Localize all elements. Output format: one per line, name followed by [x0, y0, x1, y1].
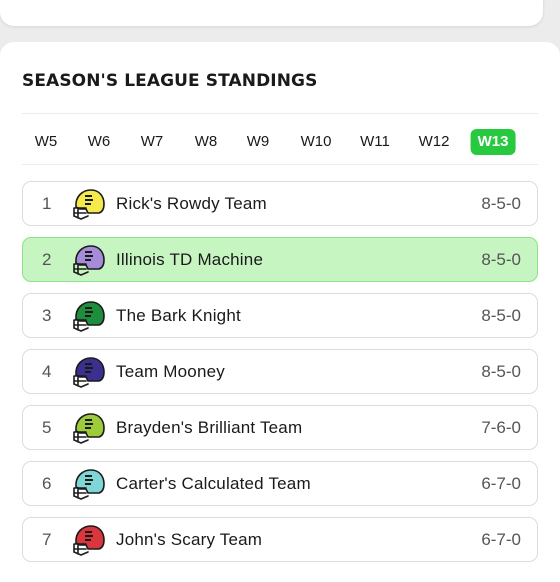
team-record: 8-5-0 — [481, 362, 521, 381]
divider — [22, 113, 538, 114]
divider — [22, 164, 538, 165]
team-name: The Bark Knight — [116, 306, 241, 325]
week-tab-w7[interactable]: W7 — [134, 129, 171, 155]
week-tabs: W5 W6 W7 W8 W9 W10 W11 W12 W13 — [22, 124, 538, 160]
rank-number: 4 — [42, 362, 52, 381]
helmet-icon — [72, 523, 106, 557]
week-tab-w10[interactable]: W10 — [294, 129, 339, 155]
rank-number: 2 — [42, 250, 52, 269]
week-tab-w5[interactable]: W5 — [28, 129, 65, 155]
section-title: SEASON'S LEAGUE STANDINGS — [22, 71, 318, 91]
week-tab-w12[interactable]: W12 — [412, 129, 457, 155]
team-name: Brayden's Brilliant Team — [116, 418, 303, 437]
team-name: Team Mooney — [116, 362, 225, 381]
team-record: 7-6-0 — [481, 418, 521, 437]
week-tab-w13[interactable]: W13 — [470, 129, 516, 155]
team-name: John's Scary Team — [116, 530, 263, 549]
standings-row[interactable]: 3 The Bark Knight 8-5-0 — [22, 293, 538, 338]
standings-row[interactable]: 1 Rick's Rowdy Team 8-5-0 — [22, 181, 538, 226]
standings-row[interactable]: 2 Illinois TD Machine 8-5-0 — [22, 237, 538, 282]
helmet-icon — [72, 467, 106, 501]
standings-row[interactable]: 4 Team Mooney 8-5-0 — [22, 349, 538, 394]
rank-number: 5 — [42, 418, 52, 437]
week-tab-w8[interactable]: W8 — [188, 129, 225, 155]
helmet-icon — [72, 243, 106, 277]
team-record: 6-7-0 — [481, 474, 521, 493]
rank-number: 6 — [42, 474, 52, 493]
previous-card — [0, 0, 543, 26]
team-record: 8-5-0 — [481, 194, 521, 213]
team-record: 6-7-0 — [481, 530, 521, 549]
rank-number: 1 — [42, 194, 52, 213]
standings-row[interactable]: 7 John's Scary Team 6-7-0 — [22, 517, 538, 562]
team-record: 8-5-0 — [481, 250, 521, 269]
helmet-icon — [72, 411, 106, 445]
standings-row[interactable]: 5 Brayden's Brilliant Team 7-6-0 — [22, 405, 538, 450]
team-name: Rick's Rowdy Team — [116, 194, 267, 213]
week-tab-w9[interactable]: W9 — [240, 129, 277, 155]
helmet-icon — [72, 355, 106, 389]
helmet-icon — [72, 187, 106, 221]
team-name: Illinois TD Machine — [116, 250, 264, 269]
week-tab-w6[interactable]: W6 — [81, 129, 118, 155]
rank-number: 3 — [42, 306, 52, 325]
team-name: Carter's Calculated Team — [116, 474, 311, 493]
helmet-icon — [72, 299, 106, 333]
rank-number: 7 — [42, 530, 52, 549]
week-tab-w11[interactable]: W11 — [353, 129, 397, 155]
standings-row[interactable]: 6 Carter's Calculated Team 6-7-0 — [22, 461, 538, 506]
team-record: 8-5-0 — [481, 306, 521, 325]
